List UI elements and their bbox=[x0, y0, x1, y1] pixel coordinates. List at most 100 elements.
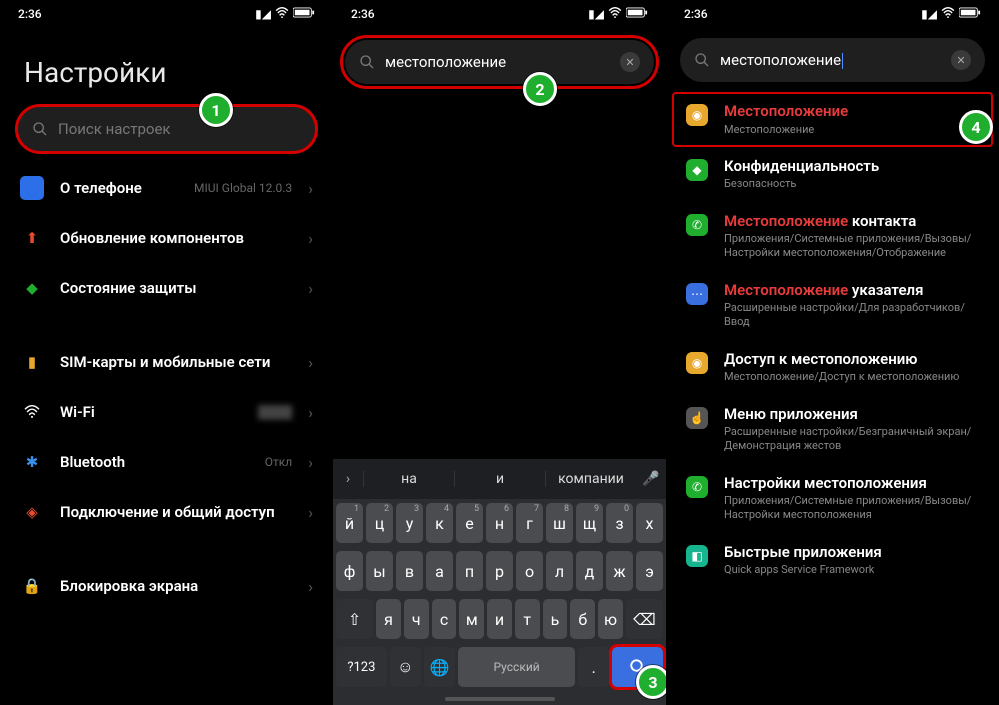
sim-icon: ▮ bbox=[20, 350, 44, 374]
wifi-icon bbox=[941, 7, 955, 22]
key[interactable]: н6 bbox=[486, 503, 513, 543]
period-key[interactable]: . bbox=[578, 647, 609, 687]
annotation-badge-1: 1 bbox=[199, 93, 233, 127]
search-result[interactable]: ◧ Быстрые приложения Quick apps Service … bbox=[666, 533, 999, 588]
suggestion[interactable]: и bbox=[454, 471, 545, 487]
phone-screen-1: 2:36 ▮◢ Настройки Поиск настроек 1 О тел… bbox=[0, 0, 333, 705]
settings-item-lockscreen[interactable]: 🔒 Блокировка экрана › bbox=[0, 561, 333, 611]
suggestion[interactable]: компании bbox=[545, 471, 636, 487]
globe-key[interactable]: 🌐 bbox=[424, 647, 455, 687]
mic-icon[interactable]: 🎤 bbox=[636, 471, 666, 487]
keyboard-suggestions: › на и компании 🎤 bbox=[333, 459, 666, 499]
key[interactable]: б bbox=[570, 599, 595, 639]
status-bar: 2:36 ▮◢ bbox=[666, 0, 999, 28]
nav-bar bbox=[333, 693, 666, 705]
wifi-icon bbox=[275, 7, 289, 22]
key[interactable]: о bbox=[516, 551, 543, 591]
search-input[interactable]: местоположение ✕ bbox=[345, 40, 654, 84]
share-icon: ◈ bbox=[20, 500, 44, 524]
key[interactable]: ь bbox=[543, 599, 568, 639]
status-time: 2:36 bbox=[351, 7, 375, 21]
search-result[interactable]: ◆ Конфиденциальность Безопасность bbox=[666, 147, 999, 202]
key[interactable]: щ9 bbox=[576, 503, 603, 543]
numbers-key[interactable]: ?123 bbox=[336, 647, 387, 687]
key[interactable]: м bbox=[459, 599, 484, 639]
settings-item-updates[interactable]: ⬆ Обновление компонентов › bbox=[0, 213, 333, 263]
space-key[interactable]: Русский bbox=[458, 647, 575, 687]
annotation-badge-2: 2 bbox=[523, 72, 557, 106]
key[interactable]: с bbox=[432, 599, 457, 639]
settings-item-about[interactable]: О телефоне MIUI Global 12.0.3 › bbox=[0, 163, 333, 213]
key[interactable]: ц2 bbox=[366, 503, 393, 543]
key[interactable]: ч bbox=[404, 599, 429, 639]
key[interactable]: и bbox=[487, 599, 512, 639]
status-icons: ▮◢ bbox=[255, 7, 315, 22]
chevron-right-icon: › bbox=[308, 503, 313, 522]
key[interactable]: х bbox=[636, 503, 663, 543]
key[interactable]: я bbox=[376, 599, 401, 639]
status-bar: 2:36 ▮◢ bbox=[0, 0, 333, 28]
shield-icon: ◆ bbox=[20, 276, 44, 300]
key[interactable]: й1 bbox=[336, 503, 363, 543]
signal-icon: ▮◢ bbox=[588, 7, 604, 21]
settings-item-wifi[interactable]: Wi-Fi ████ › bbox=[0, 387, 333, 437]
status-time: 2:36 bbox=[18, 7, 42, 21]
search-input[interactable]: местоположение ✕ bbox=[680, 38, 985, 82]
keyboard: › на и компании 🎤 й1 ц2 у3 к4 е5 н6 г7 ш… bbox=[333, 459, 666, 705]
search-result[interactable]: ✆ Местоположение контакта Приложения/Сис… bbox=[666, 202, 999, 271]
key[interactable]: ж bbox=[606, 551, 633, 591]
key[interactable]: ф bbox=[336, 551, 363, 591]
key[interactable]: з0 bbox=[606, 503, 633, 543]
search-result[interactable]: ◉ Местоположение Местоположение bbox=[672, 92, 993, 147]
chevron-right-icon: › bbox=[308, 577, 313, 596]
clear-icon[interactable]: ✕ bbox=[620, 52, 640, 72]
settings-item-sharing[interactable]: ◈ Подключение и общий доступ › bbox=[0, 487, 333, 537]
search-value: местоположение bbox=[720, 51, 941, 69]
emoji-key[interactable]: ☺ bbox=[390, 647, 421, 687]
wifi-icon bbox=[608, 7, 622, 22]
phone-screen-2: 2:36 ▮◢ местоположение ✕ 2 bbox=[333, 0, 666, 705]
key[interactable]: д bbox=[576, 551, 603, 591]
key[interactable]: ы bbox=[366, 551, 393, 591]
settings-item-security[interactable]: ◆ Состояние защиты › bbox=[0, 263, 333, 313]
lock-icon: 🔒 bbox=[20, 574, 44, 598]
clear-icon[interactable]: ✕ bbox=[951, 50, 971, 70]
suggestion[interactable]: на bbox=[363, 471, 454, 487]
backspace-key[interactable]: ⌫ bbox=[626, 599, 663, 639]
key[interactable]: р bbox=[486, 551, 513, 591]
battery-icon bbox=[293, 7, 315, 21]
key[interactable]: а bbox=[426, 551, 453, 591]
key[interactable]: г7 bbox=[516, 503, 543, 543]
key[interactable]: у3 bbox=[396, 503, 423, 543]
settings-item-bluetooth[interactable]: ✱ Bluetooth Откл › bbox=[0, 437, 333, 487]
search-input[interactable]: Поиск настроек bbox=[18, 107, 315, 151]
chevron-right-icon: › bbox=[308, 453, 313, 472]
settings-icon: ⋯ bbox=[686, 283, 708, 305]
phone-app-icon: ✆ bbox=[686, 214, 708, 236]
chevron-right-icon: › bbox=[308, 353, 313, 372]
annotation-badge-4: 4 bbox=[959, 110, 993, 144]
key[interactable]: т bbox=[515, 599, 540, 639]
shift-key[interactable]: ⇧ bbox=[336, 599, 373, 639]
key[interactable]: е5 bbox=[456, 503, 483, 543]
key[interactable]: л bbox=[546, 551, 573, 591]
search-result[interactable]: ☝ Меню приложения Расширенные настройки/… bbox=[666, 395, 999, 464]
search-result[interactable]: ⋯ Местоположение указателя Расширенные н… bbox=[666, 271, 999, 340]
key[interactable]: ю bbox=[598, 599, 623, 639]
chevron-right-icon: › bbox=[308, 229, 313, 248]
chevron-right-icon: › bbox=[308, 403, 313, 422]
search-result[interactable]: ✆ Настройки местоположения Приложения/Си… bbox=[666, 464, 999, 533]
key[interactable]: в bbox=[396, 551, 423, 591]
phone-app-icon: ✆ bbox=[686, 476, 708, 498]
key[interactable]: э bbox=[636, 551, 663, 591]
key[interactable]: к4 bbox=[426, 503, 453, 543]
keyboard-row-2: ф ы в а п р о л д ж э bbox=[333, 547, 666, 595]
settings-item-sim[interactable]: ▮ SIM-карты и мобильные сети › bbox=[0, 337, 333, 387]
search-result[interactable]: ◉ Доступ к местоположению Местоположение… bbox=[666, 340, 999, 395]
key[interactable]: ш8 bbox=[546, 503, 573, 543]
key[interactable]: п bbox=[456, 551, 483, 591]
chevron-right-icon[interactable]: › bbox=[333, 471, 363, 487]
search-icon bbox=[359, 54, 375, 70]
battery-icon bbox=[626, 7, 648, 21]
apps-icon: ◧ bbox=[686, 545, 708, 567]
